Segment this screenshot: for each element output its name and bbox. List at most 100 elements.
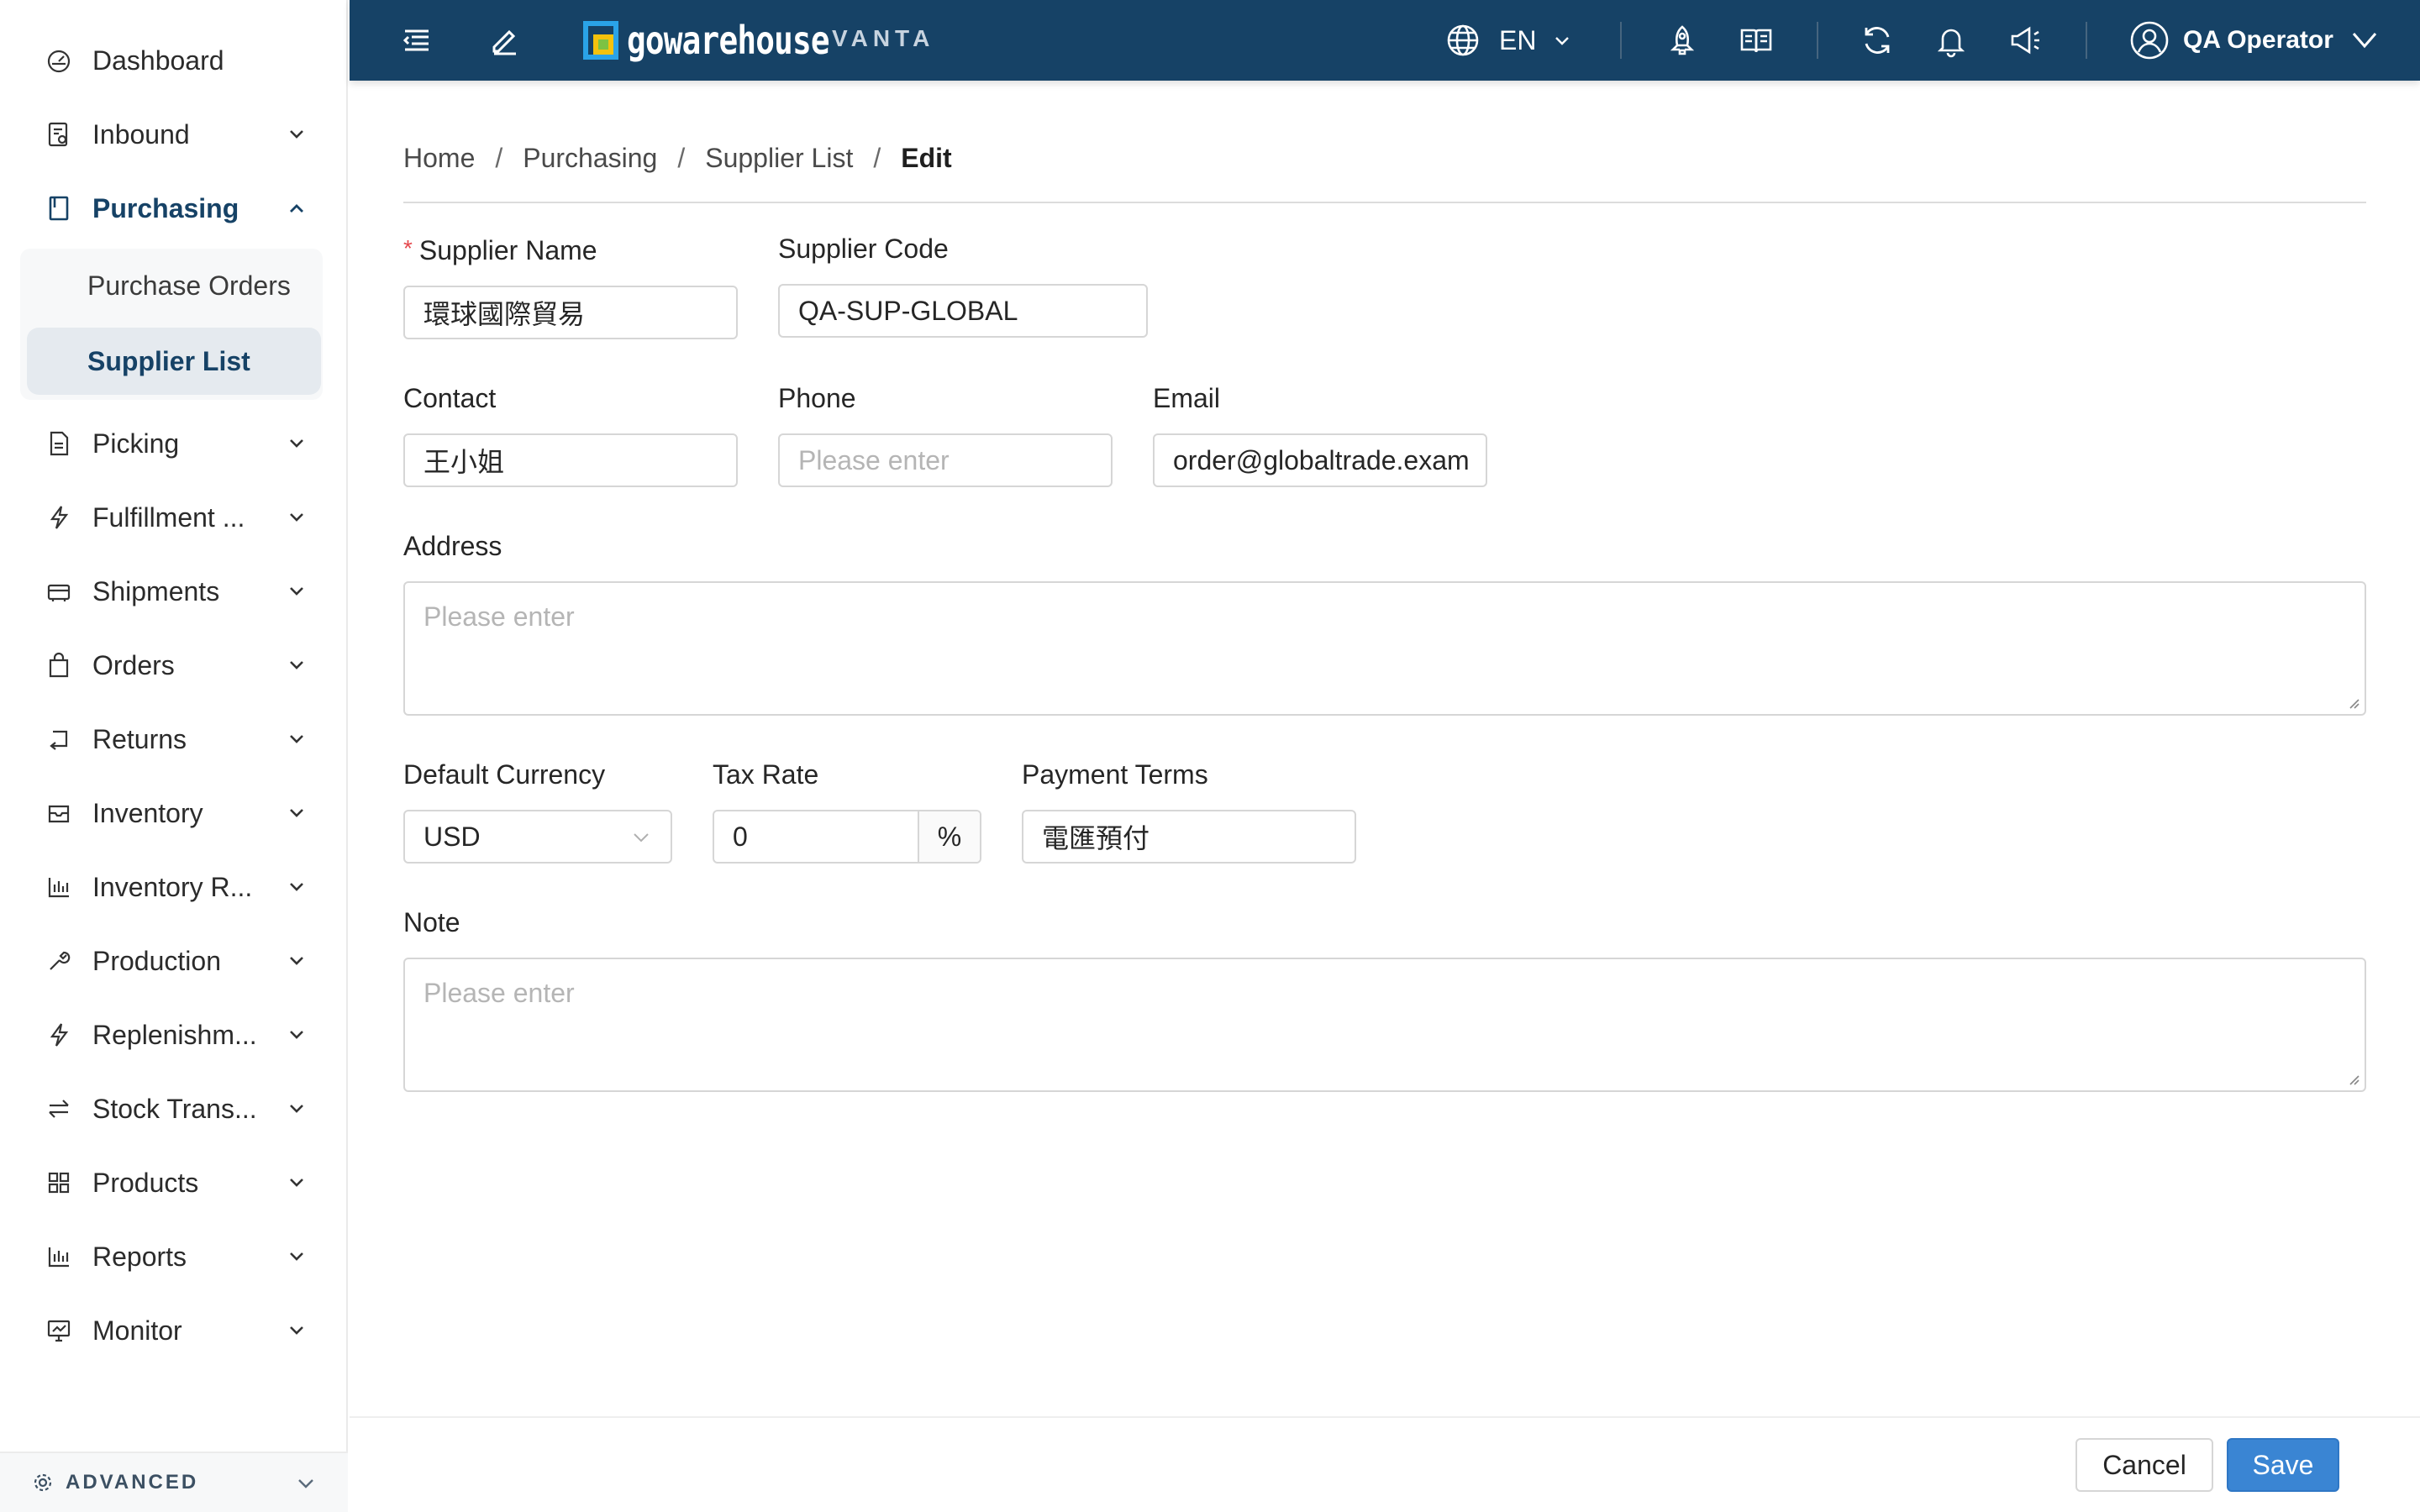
address-textarea[interactable]: Please enter <box>403 581 2366 716</box>
chevron-down-icon <box>284 1096 309 1121</box>
chevron-down-icon <box>284 1244 309 1269</box>
sidebar-item-orders[interactable]: Orders <box>25 628 319 702</box>
sidebar-item-label: Returns <box>92 723 187 754</box>
breadcrumb-separator: / <box>495 142 503 173</box>
sidebar-item-production[interactable]: Production <box>25 924 319 998</box>
production-icon <box>44 946 74 976</box>
sidebar-item-picking[interactable]: Picking <box>25 407 319 480</box>
refresh-icon[interactable] <box>1857 20 1897 60</box>
required-mark: * <box>403 235 413 261</box>
sidebar-item-label: Inventory R... <box>92 871 253 902</box>
breadcrumb-purchasing[interactable]: Purchasing <box>523 143 657 174</box>
sidebar-item-shipments[interactable]: Shipments <box>25 554 319 628</box>
monitor-icon <box>44 1315 74 1346</box>
tax-rate-label: Tax Rate <box>713 759 819 790</box>
contact-input[interactable]: 王小姐 <box>403 433 738 487</box>
supplier-name-label: * Supplier Name <box>403 235 597 266</box>
sidebar-item-inventory[interactable]: Inventory <box>25 776 319 850</box>
megaphone-icon[interactable] <box>2005 20 2045 60</box>
sidebar-item-stock-transfer[interactable]: Stock Trans... <box>25 1072 319 1146</box>
sidebar-item-label: Orders <box>92 649 175 680</box>
sidebar-item-products[interactable]: Products <box>25 1146 319 1220</box>
sidebar-item-fulfillment[interactable]: Fulfillment ... <box>25 480 319 554</box>
app-logo[interactable]: gowarehouse <box>583 18 874 63</box>
supplier-code-input[interactable]: QA-SUP-GLOBAL <box>778 284 1148 338</box>
products-icon <box>44 1168 74 1198</box>
sidebar-subitem-purchase-orders[interactable]: Purchase Orders <box>27 252 321 319</box>
sidebar-item-label: Fulfillment ... <box>92 501 245 533</box>
chevron-down-icon <box>284 1318 309 1343</box>
avatar <box>2130 21 2169 60</box>
resize-handle-icon[interactable] <box>2346 1072 2360 1085</box>
logo-text: gowarehouse <box>627 18 830 63</box>
breadcrumb-separator: / <box>873 142 881 173</box>
replenishment-icon <box>44 1020 74 1050</box>
sidebar-item-inbound[interactable]: Inbound <box>25 97 319 171</box>
chevron-down-icon <box>284 874 309 900</box>
contact-label: Contact <box>403 383 497 413</box>
advanced-label: ADVANCED <box>66 1471 199 1494</box>
chevron-down-icon <box>284 727 309 752</box>
breadcrumb-separator: / <box>677 142 686 173</box>
user-menu[interactable]: QA Operator <box>2129 17 2379 64</box>
fulfillment-icon <box>44 502 74 533</box>
breadcrumb-supplier-list[interactable]: Supplier List <box>705 143 853 174</box>
bell-icon[interactable] <box>1931 20 1971 60</box>
tax-rate-input[interactable]: 0 % <box>713 810 981 864</box>
chevron-down-icon <box>284 653 309 678</box>
rocket-icon[interactable] <box>1662 20 1702 60</box>
chevron-down-icon <box>1555 37 1570 45</box>
sidebar: Dashboard Inbound Purchasing Purchase Or… <box>0 0 348 1512</box>
sidebar-item-label: Dashboard <box>92 45 224 76</box>
gear-icon <box>34 1473 52 1492</box>
sidebar-item-replenishment[interactable]: Replenishm... <box>25 998 319 1072</box>
phone-label: Phone <box>778 383 856 413</box>
save-button[interactable]: Save <box>2227 1438 2339 1492</box>
inventory-reports-icon <box>44 872 74 902</box>
menu-collapse-icon[interactable] <box>397 20 437 60</box>
inbound-icon <box>44 119 74 150</box>
chevron-down-icon <box>284 505 309 530</box>
advanced-toggle[interactable]: ADVANCED <box>0 1452 348 1512</box>
sidebar-subitem-supplier-list[interactable]: Supplier List <box>27 328 321 395</box>
edit-icon[interactable] <box>484 20 524 60</box>
sidebar-item-label: Purchasing <box>92 192 239 223</box>
sidebar-item-reports[interactable]: Reports <box>25 1220 319 1294</box>
chevron-down-icon <box>284 948 309 974</box>
sidebar-item-purchasing[interactable]: Purchasing <box>25 171 319 245</box>
sidebar-item-inventory-reports[interactable]: Inventory R... <box>25 850 319 924</box>
sidebar-item-label: Shipments <box>92 575 220 606</box>
book-icon[interactable] <box>1736 20 1776 60</box>
globe-icon <box>1447 24 1479 56</box>
returns-icon <box>44 724 74 754</box>
sidebar-item-label: Stock Trans... <box>92 1093 257 1124</box>
sidebar-item-monitor[interactable]: Monitor <box>25 1294 319 1368</box>
sidebar-item-label: Reports <box>92 1241 187 1272</box>
sidebar-item-label: Inventory <box>92 797 203 828</box>
chevron-down-icon <box>2352 33 2377 49</box>
sidebar-item-label: Production <box>92 945 221 976</box>
email-input[interactable]: order@globaltrade.exam <box>1153 433 1487 487</box>
resize-handle-icon[interactable] <box>2346 696 2360 709</box>
chevron-up-icon <box>284 196 309 221</box>
shipments-icon <box>44 576 74 606</box>
default-currency-select[interactable]: USD <box>403 810 672 864</box>
header-divider <box>2086 22 2087 59</box>
payment-terms-input[interactable]: 電匯預付 <box>1022 810 1356 864</box>
purchasing-icon <box>44 193 74 223</box>
sidebar-item-dashboard[interactable]: Dashboard <box>25 24 319 97</box>
cancel-button[interactable]: Cancel <box>2075 1438 2213 1492</box>
note-textarea[interactable]: Please enter <box>403 958 2366 1092</box>
note-placeholder: Please enter <box>424 978 575 1008</box>
breadcrumb-home[interactable]: Home <box>403 143 475 174</box>
language-selector[interactable]: EN <box>1445 20 1571 60</box>
phone-input[interactable]: Please enter <box>778 433 1113 487</box>
chevron-down-icon <box>284 122 309 147</box>
chevron-down-icon <box>634 833 649 843</box>
reports-icon <box>44 1242 74 1272</box>
supplier-name-input[interactable]: 環球國際貿易 <box>403 286 738 339</box>
sidebar-item-label: Picking <box>92 428 180 459</box>
logo-subtitle: VANTA <box>832 25 935 51</box>
sidebar-item-returns[interactable]: Returns <box>25 702 319 776</box>
dashboard-icon <box>44 45 74 76</box>
